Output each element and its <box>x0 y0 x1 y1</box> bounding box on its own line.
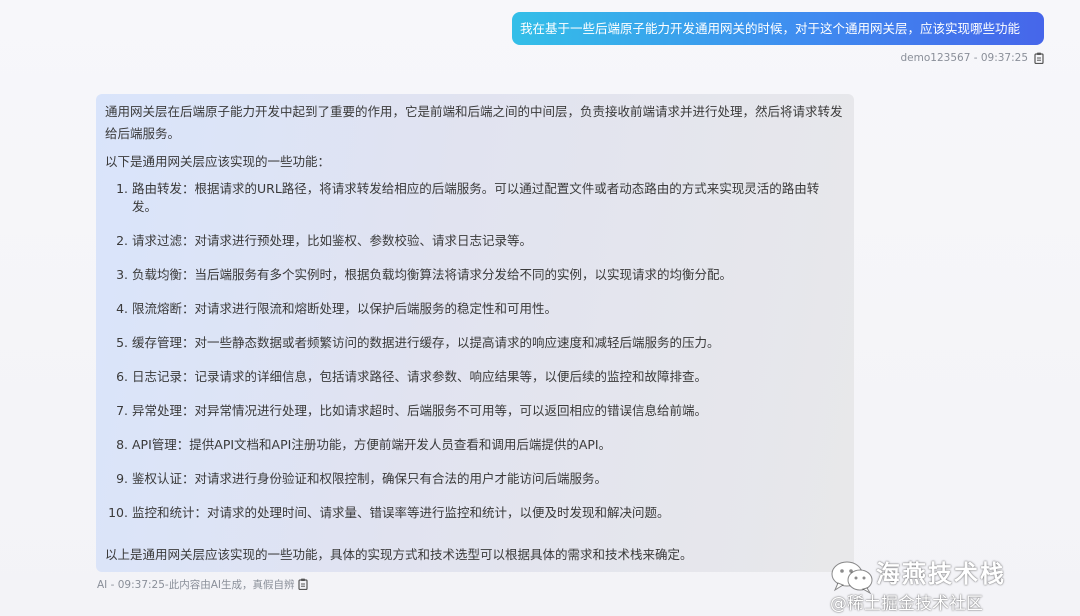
chat-page: 我在基于一些后端原子能力开发通用网关的时候，对于这个通用网关层，应该实现哪些功能… <box>0 0 1080 616</box>
list-item-number: 7. <box>116 403 128 418</box>
list-item-text: 缓存管理：对一些静态数据或者频繁访问的数据进行缓存，以提高请求的响应速度和减轻后… <box>132 335 720 350</box>
list-item-number: 3. <box>116 267 128 282</box>
list-item-number: 1. <box>116 181 128 196</box>
list-item-text: 异常处理：对异常情况进行处理，比如请求超时、后端服务不可用等，可以返回相应的错误… <box>132 403 708 418</box>
list-item: 9. 鉴权认证：对请求进行身份验证和权限控制，确保只有合法的用户才能访问后端服务… <box>105 470 844 488</box>
list-item: 8. API管理：提供API文档和API注册功能，方便前端开发人员查看和调用后端… <box>105 436 844 454</box>
ai-message-bubble: 通用网关层在后端原子能力开发中起到了重要的作用，它是前端和后端之间的中间层，负责… <box>96 94 854 572</box>
list-item: 7. 异常处理：对异常情况进行处理，比如请求超时、后端服务不可用等，可以返回相应… <box>105 402 844 420</box>
user-message-meta: demo123567 - 09:37:25 <box>901 49 1044 67</box>
list-item-number: 5. <box>116 335 128 350</box>
ai-message-timestamp: AI - 09:37:25-此内容由AI生成，真假自辨 <box>97 578 295 591</box>
watermark-subtitle: @稀土掘金技术社区 <box>830 594 983 614</box>
list-item-number: 2. <box>116 233 128 248</box>
list-item-number: 6. <box>116 369 128 384</box>
watermark: 海燕技术栈 @稀土掘金技术社区 <box>830 554 1060 614</box>
ai-message-meta: AI - 09:37:25-此内容由AI生成，真假自辨 <box>97 576 309 592</box>
list-item-text: 限流熔断：对请求进行限流和熔断处理，以保护后端服务的稳定性和可用性。 <box>132 301 558 316</box>
list-item-number: 9. <box>116 471 128 486</box>
list-item-number: 10. <box>108 505 128 520</box>
list-item: 6. 日志记录：记录请求的详细信息，包括请求路径、请求参数、响应结果等，以便后续… <box>105 368 844 386</box>
list-item: 2. 请求过滤：对请求进行预处理，比如鉴权、参数校验、请求日志记录等。 <box>105 232 844 250</box>
list-item: 4. 限流熔断：对请求进行限流和熔断处理，以保护后端服务的稳定性和可用性。 <box>105 300 844 318</box>
list-item-number: 8. <box>116 437 128 452</box>
watermark-title: 海燕技术栈 <box>876 560 1006 588</box>
list-item: 10. 监控和统计：对请求的处理时间、请求量、错误率等进行监控和统计，以便及时发… <box>105 504 844 522</box>
ai-lead-paragraph: 以下是通用网关层应该实现的一些功能： <box>105 154 331 169</box>
list-item-text: 负载均衡：当后端服务有多个实例时，根据负载均衡算法将请求分发给不同的实例，以实现… <box>132 267 733 282</box>
ai-outro-paragraph: 以上是通用网关层应该实现的一些功能，具体的实现方式和技术选型可以根据具体的需求和… <box>105 547 693 562</box>
list-item-text: 路由转发：根据请求的URL路径，将请求转发给相应的后端服务。可以通过配置文件或者… <box>132 181 820 214</box>
user-message-bubble: 我在基于一些后端原子能力开发通用网关的时候，对于这个通用网关层，应该实现哪些功能 <box>512 12 1044 45</box>
list-item: 5. 缓存管理：对一些静态数据或者频繁访问的数据进行缓存，以提高请求的响应速度和… <box>105 334 844 352</box>
list-item-text: 日志记录：记录请求的详细信息，包括请求路径、请求参数、响应结果等，以便后续的监控… <box>132 369 708 384</box>
ai-feature-list: 1. 路由转发：根据请求的URL路径，将请求转发给相应的后端服务。可以通过配置文… <box>105 180 844 522</box>
ai-intro-paragraph: 通用网关层在后端原子能力开发中起到了重要的作用，它是前端和后端之间的中间层，负责… <box>105 104 843 141</box>
list-item-number: 4. <box>116 301 128 316</box>
list-item-text: 监控和统计：对请求的处理时间、请求量、错误率等进行监控和统计，以便及时发现和解决… <box>132 505 670 520</box>
user-message-timestamp: demo123567 - 09:37:25 <box>900 52 1028 64</box>
list-item-text: API管理：提供API文档和API注册功能，方便前端开发人员查看和调用后端提供的… <box>132 437 612 452</box>
list-item: 1. 路由转发：根据请求的URL路径，将请求转发给相应的后端服务。可以通过配置文… <box>105 180 844 216</box>
clipboard-icon[interactable] <box>1034 52 1044 64</box>
list-item-text: 鉴权认证：对请求进行身份验证和权限控制，确保只有合法的用户才能访问后端服务。 <box>132 471 608 486</box>
list-item: 3. 负载均衡：当后端服务有多个实例时，根据负载均衡算法将请求分发给不同的实例，… <box>105 266 844 284</box>
clipboard-icon[interactable] <box>298 578 309 590</box>
list-item-text: 请求过滤：对请求进行预处理，比如鉴权、参数校验、请求日志记录等。 <box>132 233 533 248</box>
